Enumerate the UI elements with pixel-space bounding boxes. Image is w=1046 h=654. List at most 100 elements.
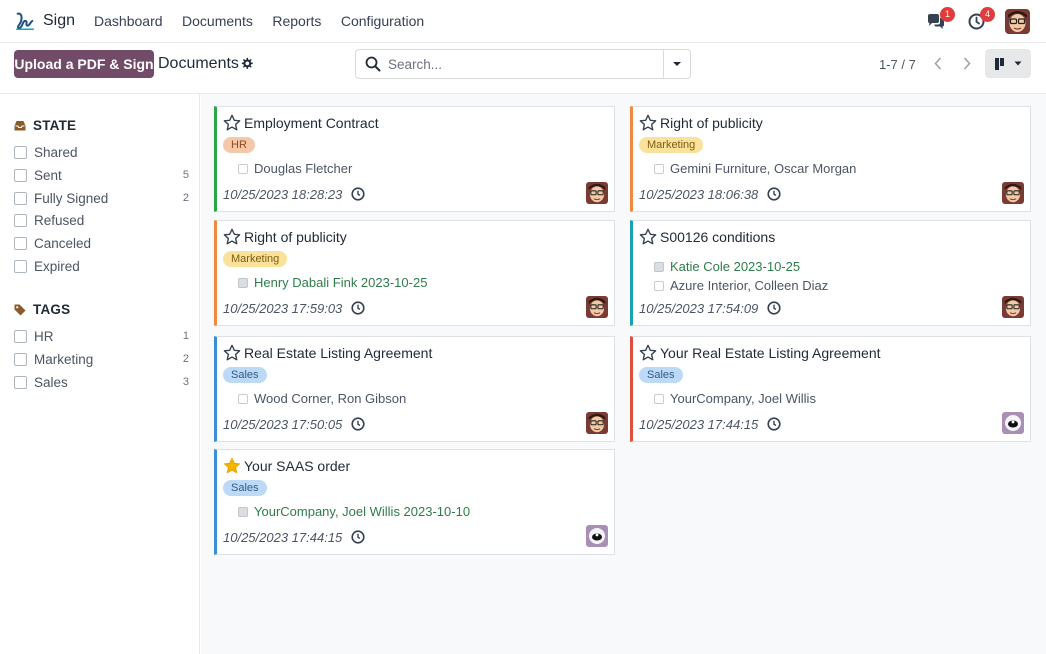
filter-checkbox[interactable]	[14, 375, 27, 389]
signer-name: Douglas Fletcher	[254, 161, 353, 176]
filter-checkbox[interactable]	[14, 352, 27, 366]
document-card[interactable]: Employment Contract HR Douglas Fletcher …	[214, 106, 615, 212]
search-options-toggle[interactable]	[663, 50, 690, 78]
gear-icon[interactable]	[241, 57, 254, 70]
filter-checkbox[interactable]	[14, 168, 27, 182]
responsible-avatar[interactable]	[586, 296, 608, 318]
user-avatar[interactable]	[1005, 9, 1030, 34]
filter-label: Refused	[34, 212, 85, 228]
state-filter-sent[interactable]: Sent 5	[14, 166, 189, 184]
signer-name: YourCompany, Joel Willis 2023-10-10	[254, 504, 471, 519]
filter-count: 5	[182, 169, 189, 181]
menu-configuration[interactable]: Configuration	[341, 13, 424, 29]
card-title: Right of publicity	[660, 115, 763, 131]
menu-reports[interactable]: Reports	[272, 13, 321, 29]
filter-label: Fully Signed	[34, 190, 109, 206]
activity-clock-icon[interactable]	[767, 301, 781, 315]
filter-checkbox[interactable]	[14, 213, 27, 227]
tags-section-title: TAGS	[33, 302, 71, 317]
systray: 1 4	[925, 6, 1030, 34]
responsible-avatar[interactable]	[586, 182, 608, 204]
activity-clock-icon[interactable]	[767, 187, 781, 201]
card-tag: Sales	[223, 367, 267, 383]
messages-button[interactable]: 1	[925, 6, 955, 33]
star-outline-icon[interactable]	[223, 228, 241, 246]
card-tag: Marketing	[223, 251, 288, 267]
activities-button[interactable]: 4	[965, 6, 995, 33]
avatar-face-icon	[1005, 9, 1030, 34]
pager-value[interactable]: 1-7 / 7	[879, 57, 916, 72]
menu-documents[interactable]: Documents	[182, 13, 253, 29]
document-card[interactable]: Right of publicity Marketing Gemini Furn…	[630, 106, 1031, 212]
card-date: 10/25/2023 18:06:38	[639, 187, 759, 202]
filter-checkbox[interactable]	[14, 236, 27, 250]
pager-next-button[interactable]	[954, 51, 980, 75]
filter-checkbox[interactable]	[14, 259, 27, 273]
inbox-icon	[14, 121, 26, 131]
star-filled-icon[interactable]	[223, 457, 241, 475]
document-card[interactable]: S00126 conditions Katie Cole 2023-10-25 …	[630, 220, 1031, 326]
card-title: Employment Contract	[244, 115, 379, 131]
top-navbar: Sign Dashboard Documents Reports Configu…	[0, 0, 1046, 43]
activity-clock-icon[interactable]	[767, 417, 781, 431]
app-brand[interactable]: Sign	[14, 10, 75, 32]
kanban-view-switcher[interactable]	[985, 49, 1031, 78]
document-card[interactable]: Real Estate Listing Agreement Sales Wood…	[214, 336, 615, 442]
state-filter-canceled[interactable]: Canceled	[14, 234, 189, 252]
filter-count: 1	[182, 330, 189, 342]
star-outline-icon[interactable]	[639, 114, 657, 132]
card-date: 10/25/2023 18:28:23	[223, 187, 343, 202]
tag-filter-sales[interactable]: Sales 3	[14, 373, 189, 391]
company-avatar-icon	[586, 525, 608, 547]
card-signer: Katie Cole 2023-10-25	[654, 259, 800, 274]
state-filter-fully-signed[interactable]: Fully Signed 2	[14, 189, 189, 207]
filter-checkbox[interactable]	[14, 145, 27, 159]
responsible-avatar[interactable]	[1002, 296, 1024, 318]
state-filter-expired[interactable]: Expired	[14, 257, 189, 275]
caret-down-icon	[673, 62, 681, 66]
signer-checkbox-checked	[654, 261, 664, 272]
activity-clock-icon[interactable]	[351, 417, 365, 431]
responsible-avatar[interactable]	[1002, 182, 1024, 204]
signer-name: Gemini Furniture, Oscar Morgan	[670, 161, 857, 176]
tag-filter-hr[interactable]: HR 1	[14, 327, 189, 345]
star-outline-icon[interactable]	[639, 344, 657, 362]
signer-checkbox-checked	[238, 277, 248, 288]
state-filter-shared[interactable]: Shared	[14, 143, 189, 161]
document-card[interactable]: Right of publicity Marketing Henry Dabal…	[214, 220, 615, 326]
filter-label: Shared	[34, 144, 78, 160]
responsible-avatar[interactable]	[586, 412, 608, 434]
sign-logo-icon	[16, 12, 34, 30]
menu-dashboard[interactable]: Dashboard	[94, 13, 163, 29]
card-signer: Henry Dabali Fink 2023-10-25	[238, 275, 427, 290]
responsible-avatar[interactable]	[586, 525, 608, 547]
filter-label: Sales	[34, 374, 68, 390]
activity-clock-icon[interactable]	[351, 530, 365, 544]
activity-clock-icon[interactable]	[351, 301, 365, 315]
star-outline-icon[interactable]	[223, 114, 241, 132]
avatar-face-icon	[586, 182, 608, 204]
chevron-right-icon	[963, 56, 971, 70]
responsible-avatar[interactable]	[1002, 412, 1024, 434]
pager-previous-button[interactable]	[925, 51, 951, 75]
activity-clock-icon[interactable]	[351, 187, 365, 201]
filter-checkbox[interactable]	[14, 329, 27, 343]
card-date: 10/25/2023 17:59:03	[223, 301, 343, 316]
filter-checkbox[interactable]	[14, 191, 27, 205]
card-signer: Gemini Furniture, Oscar Morgan	[654, 161, 856, 176]
caret-down-icon	[1014, 61, 1021, 66]
star-outline-icon[interactable]	[639, 228, 657, 246]
avatar-face-icon	[1002, 296, 1024, 318]
document-card[interactable]: Your Real Estate Listing Agreement Sales…	[630, 336, 1031, 442]
upload-pdf-sign-button[interactable]: Upload a PDF & Sign	[14, 50, 154, 78]
document-card[interactable]: Your SAAS order Sales YourCompany, Joel …	[214, 449, 615, 555]
star-outline-icon[interactable]	[223, 344, 241, 362]
tag-filter-marketing[interactable]: Marketing 2	[14, 350, 189, 368]
kanban-board: Employment Contract HR Douglas Fletcher …	[201, 94, 1046, 654]
signer-checkbox	[238, 393, 248, 404]
state-filter-refused[interactable]: Refused	[14, 211, 189, 229]
search-input[interactable]	[388, 56, 648, 72]
search-bar	[355, 49, 691, 79]
card-date: 10/25/2023 17:44:15	[639, 417, 759, 432]
company-avatar-icon	[1002, 412, 1024, 434]
